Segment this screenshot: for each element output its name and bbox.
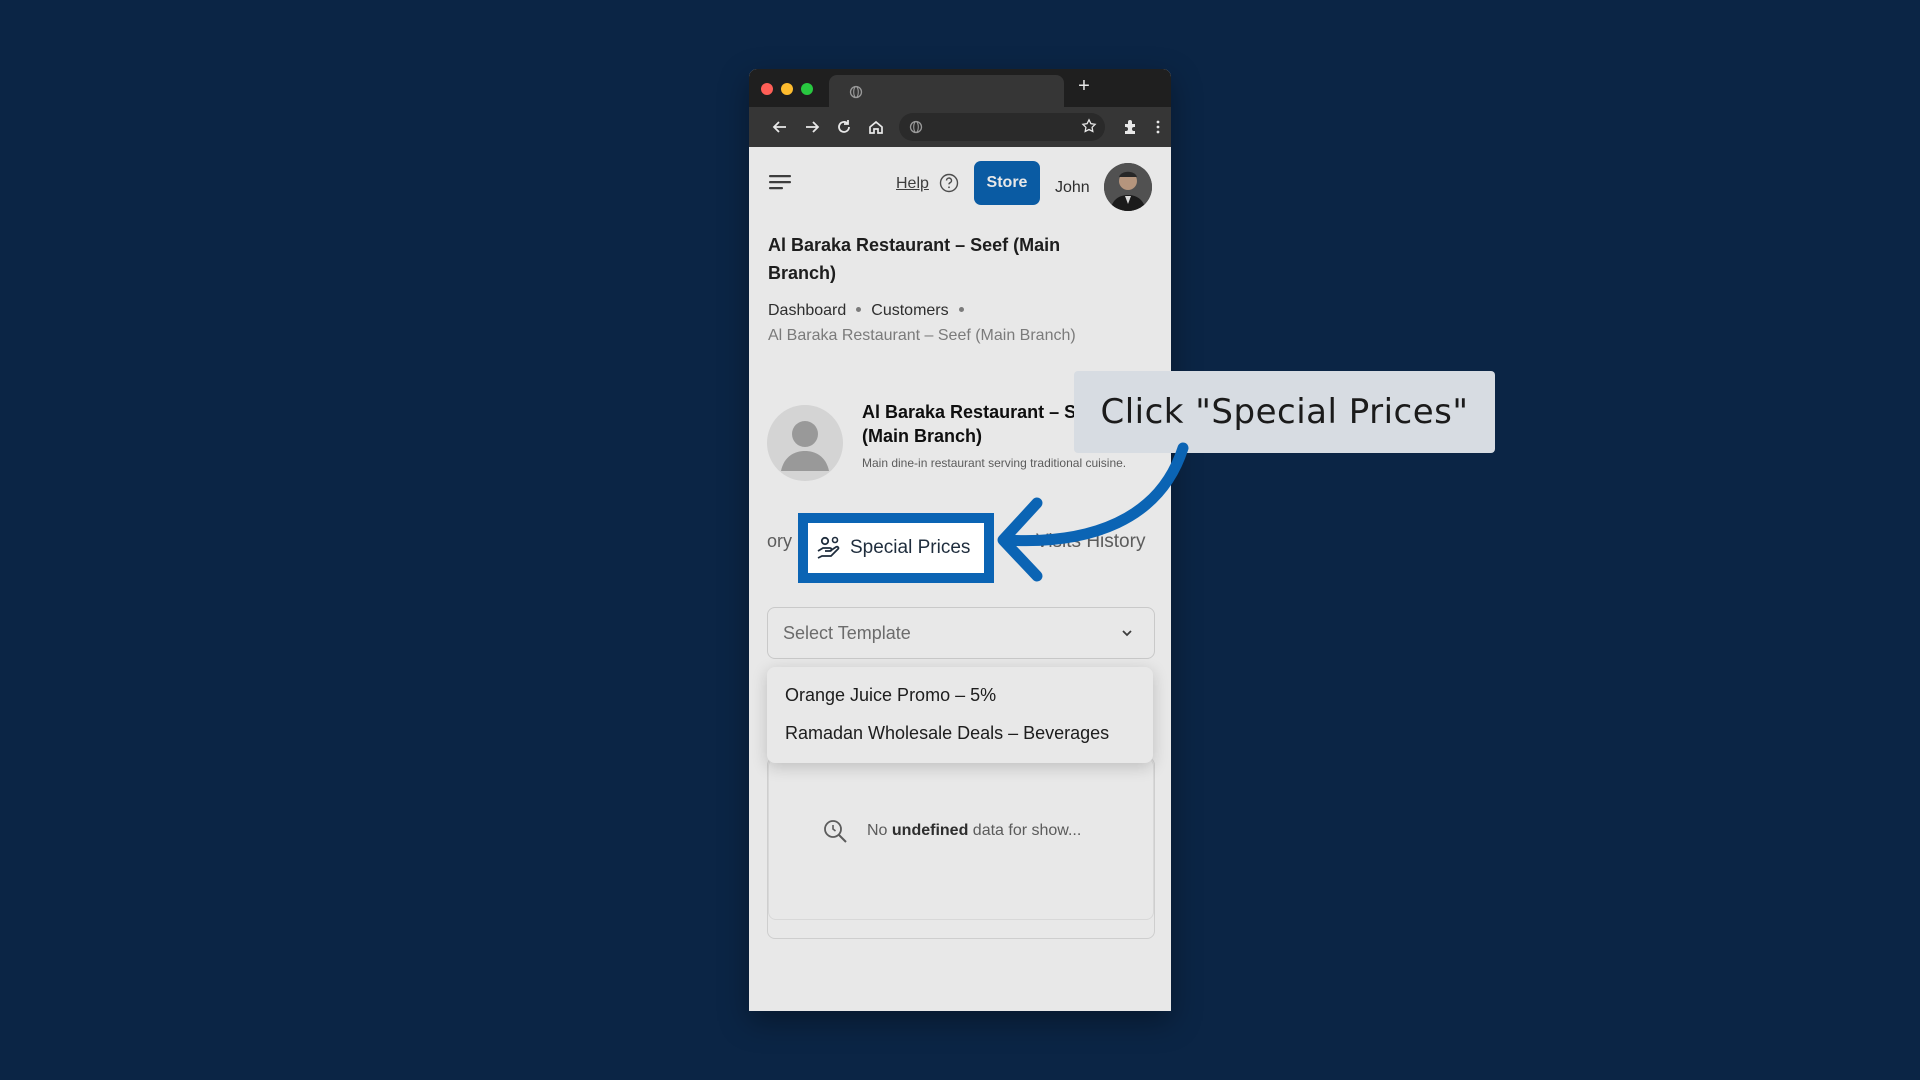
minimize-window-button[interactable] [781, 83, 793, 95]
close-window-button[interactable] [761, 83, 773, 95]
breadcrumb-current: Al Baraka Restaurant – Seef (Main Branch… [768, 327, 1076, 344]
help-link[interactable]: Help [896, 175, 929, 193]
search-history-icon [824, 820, 847, 843]
empty-state-text: No undefined data for show... [867, 822, 1082, 839]
browser-tab[interactable] [829, 75, 1064, 107]
browser-menu-icon[interactable] [1149, 118, 1167, 136]
empty-state: No undefined data for show... [768, 758, 1154, 920]
user-placeholder-icon [781, 421, 829, 471]
new-tab-button[interactable]: + [1074, 75, 1094, 98]
customer-name-line2: (Main Branch) [862, 426, 983, 446]
customer-avatar [767, 405, 843, 481]
reload-icon[interactable] [835, 118, 853, 136]
customer-description: Main dine-in restaurant serving traditio… [862, 456, 1127, 470]
help-question-icon[interactable] [939, 173, 959, 193]
template-option[interactable]: Orange Juice Promo – 5% [785, 685, 996, 706]
store-button[interactable]: Store [974, 161, 1040, 205]
address-bar[interactable] [899, 113, 1105, 141]
hamburger-menu-icon[interactable] [769, 173, 793, 193]
special-prices-card: No undefined data for show... [767, 757, 1155, 939]
highlight-frame: Special Prices [798, 513, 994, 583]
page-title: Al Baraka Restaurant – Seef (Main Branch… [768, 235, 1061, 283]
tab-visits-history[interactable]: Visits History [1036, 531, 1145, 553]
forward-icon[interactable] [803, 118, 821, 136]
tab-previous[interactable]: ory [767, 531, 792, 552]
special-prices-icon [816, 535, 842, 561]
breadcrumb: Dashboard Customers [768, 302, 974, 320]
site-info-icon[interactable] [909, 120, 923, 134]
template-option[interactable]: Ramadan Wholesale Deals – Beverages [785, 723, 1109, 744]
template-select[interactable]: Select Template [767, 607, 1155, 659]
tab-special-prices[interactable]: Special Prices [808, 523, 984, 573]
template-dropdown: Orange Juice Promo – 5% Ramadan Wholesal… [767, 667, 1153, 763]
breadcrumb-dashboard[interactable]: Dashboard [768, 302, 846, 319]
bookmark-star-icon[interactable] [1081, 118, 1097, 134]
tab-special-prices-label: Special Prices [850, 537, 971, 558]
user-avatar[interactable] [1104, 163, 1152, 211]
back-icon[interactable] [771, 118, 789, 136]
home-icon[interactable] [867, 118, 885, 136]
browser-toolbar [749, 107, 1171, 147]
breadcrumb-customers[interactable]: Customers [871, 302, 948, 319]
user-name[interactable]: John [1055, 179, 1090, 197]
instruction-text: Click "Special Prices" [1100, 392, 1469, 432]
user-photo-icon [1104, 163, 1152, 211]
maximize-window-button[interactable] [801, 83, 813, 95]
globe-icon [849, 85, 863, 99]
extensions-icon[interactable] [1121, 118, 1139, 136]
instruction-callout: Click "Special Prices" [1074, 371, 1495, 453]
chevron-down-icon [1122, 630, 1132, 637]
browser-titlebar: + [749, 69, 1171, 107]
template-select-placeholder: Select Template [783, 623, 911, 643]
